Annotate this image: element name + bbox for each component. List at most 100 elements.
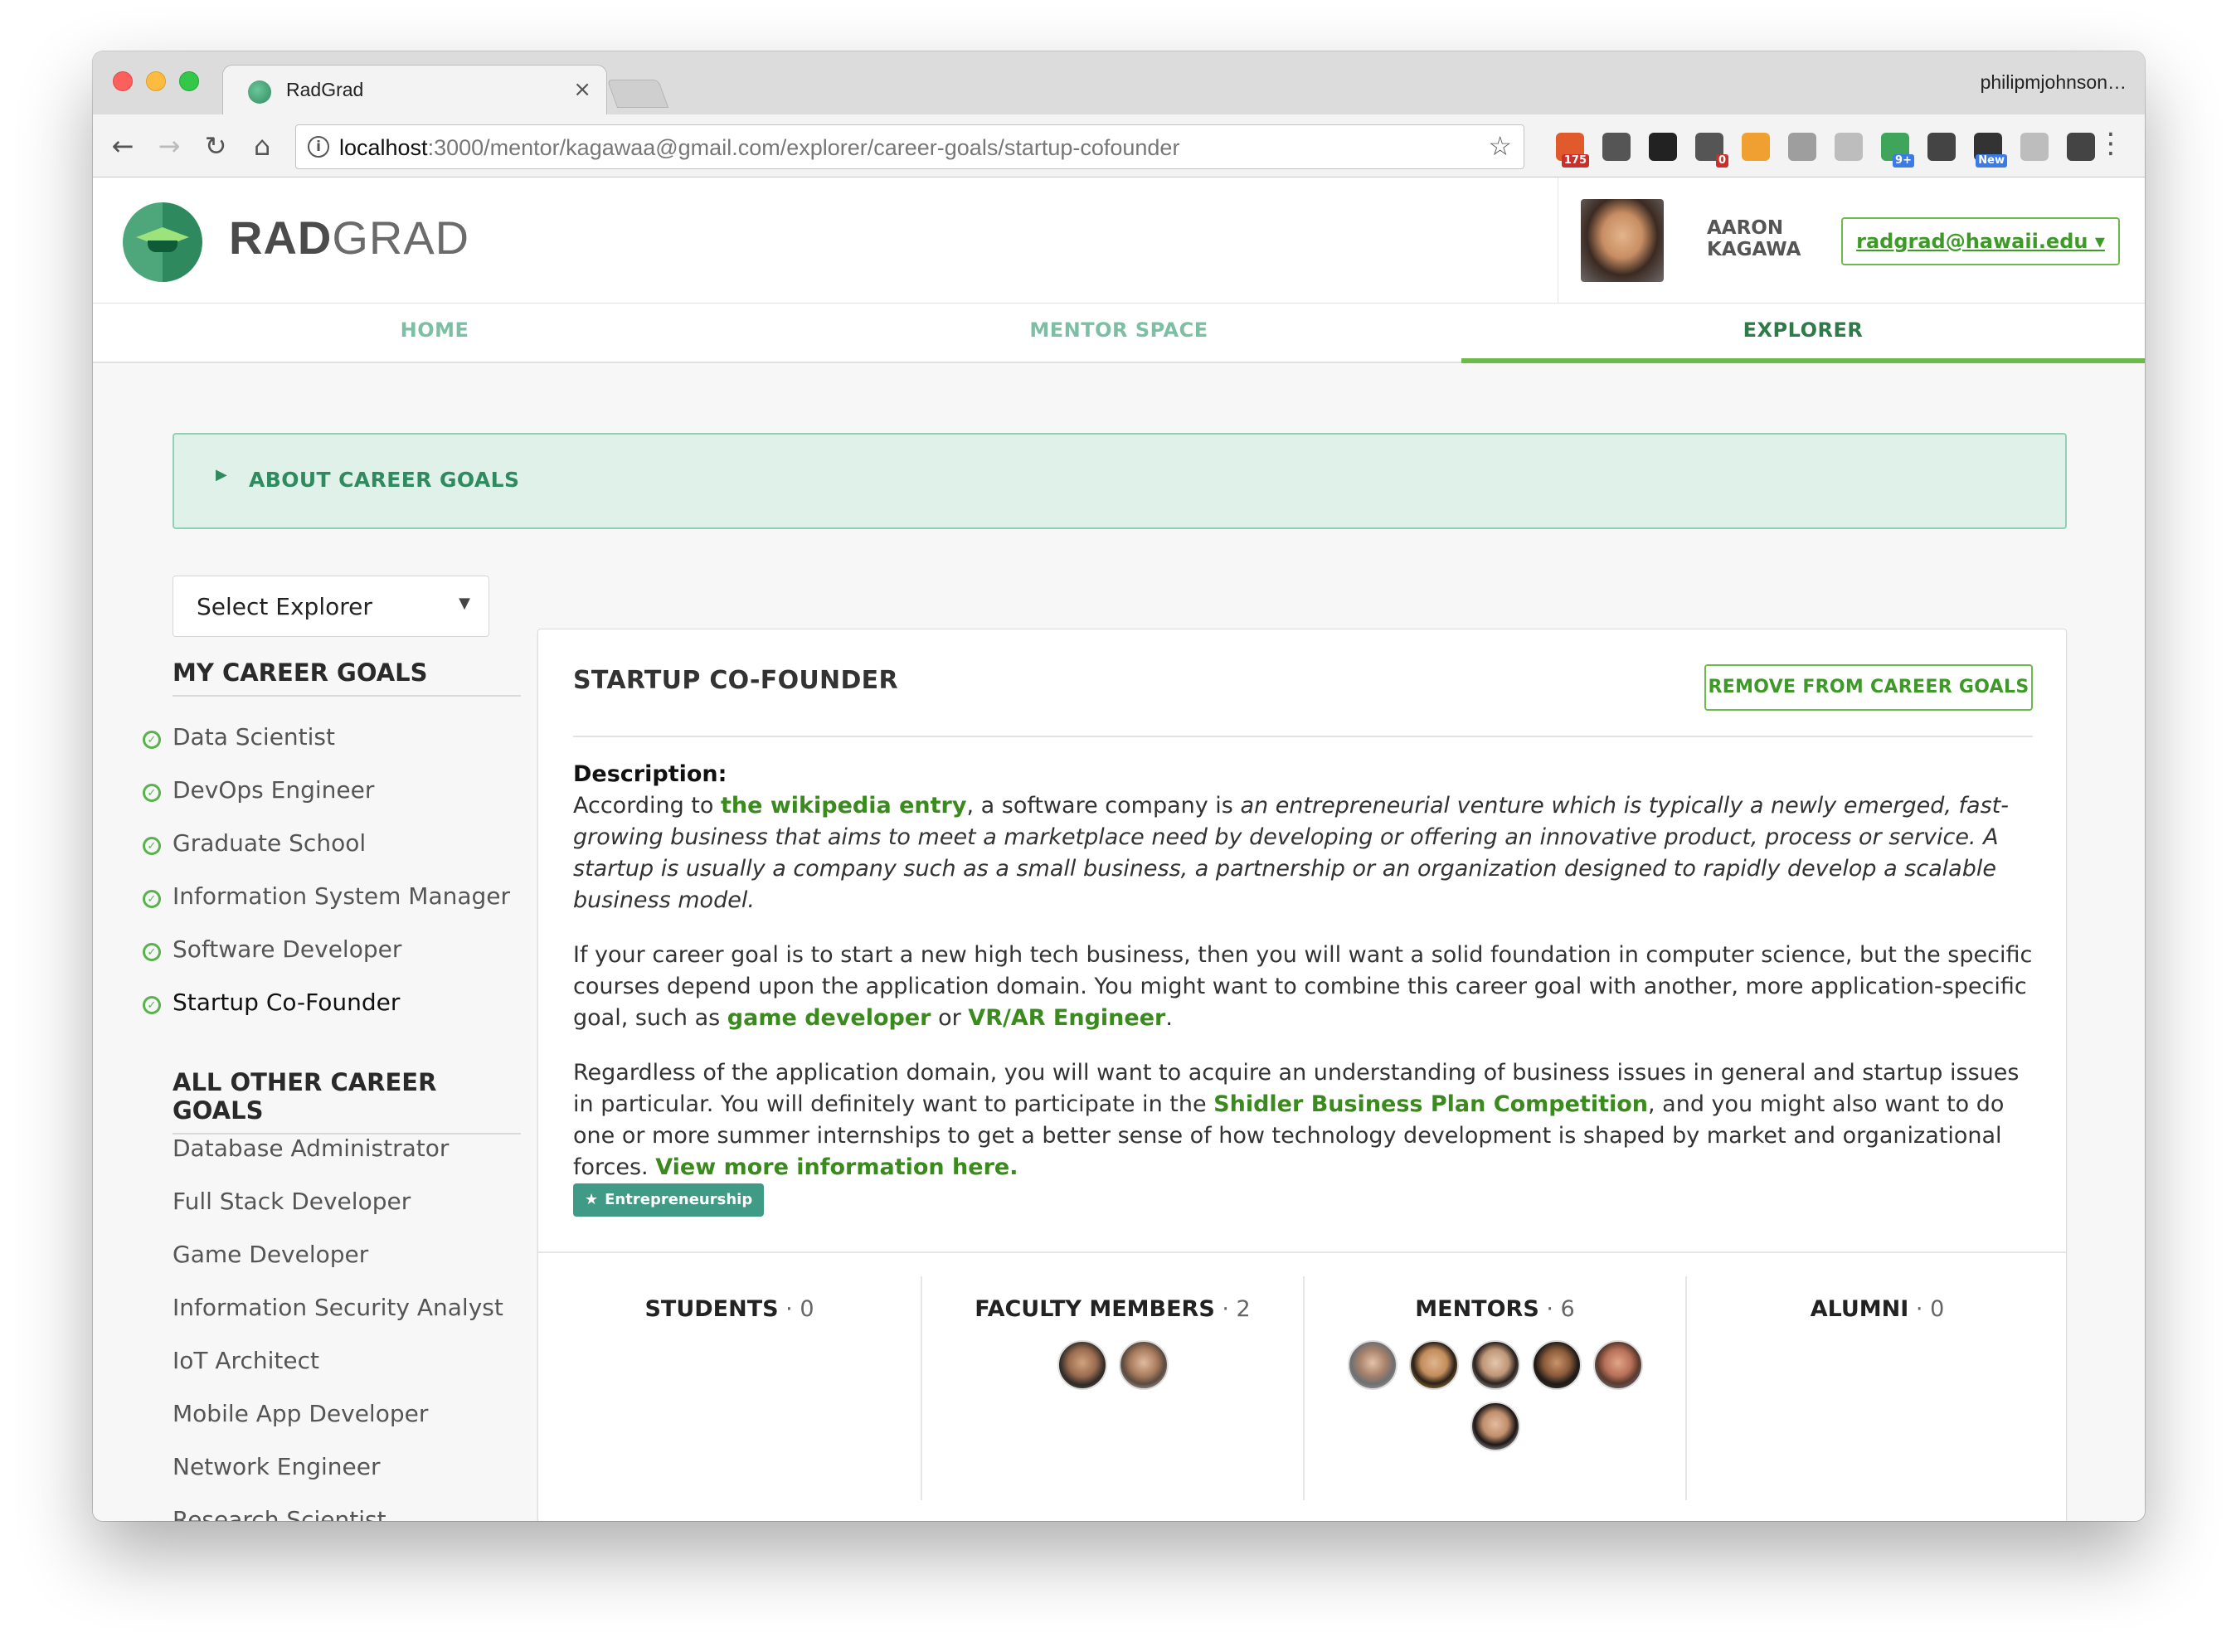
- other-goal-item[interactable]: Research Scientist: [173, 1506, 386, 1521]
- drive-icon[interactable]: [1835, 133, 1863, 161]
- info-icon[interactable]: i: [308, 136, 329, 158]
- my-goal-information-system-manager[interactable]: ✓ Information System Manager: [143, 882, 510, 910]
- mentors-label: MENTORS · 6: [1415, 1296, 1575, 1322]
- students-label: STUDENTS · 0: [644, 1296, 814, 1322]
- mentor-avatars: [1338, 1340, 1653, 1451]
- alumni-column: ALUMNI · 0: [1685, 1276, 2068, 1500]
- select-explorer-dropdown[interactable]: Select Explorer ▼: [173, 576, 489, 637]
- interest-tag[interactable]: ★ Entrepreneurship: [573, 1183, 765, 1217]
- onepassword-icon[interactable]: [1602, 133, 1631, 161]
- analytics-icon[interactable]: [1742, 133, 1770, 161]
- shidler-competition-link[interactable]: Shidler Business Plan Competition: [1213, 1091, 1648, 1117]
- my-goal-startup-co-founder[interactable]: ✓ Startup Co-Founder: [143, 989, 400, 1016]
- tab-title: RadGrad: [286, 79, 364, 100]
- other-goal-item[interactable]: Database Administrator: [173, 1135, 449, 1162]
- my-goal-software-developer[interactable]: ✓ Software Developer: [143, 935, 401, 963]
- url-text[interactable]: localhost:3000/mentor/kagawaa@gmail.com/…: [339, 135, 1179, 161]
- web-page: RADGRAD AARON KAGAWA radgrad@hawaii.edu …: [93, 177, 2145, 1521]
- my-goal-data-scientist[interactable]: ✓ Data Scientist: [143, 723, 335, 751]
- user-avatar: [1581, 199, 1664, 282]
- other-goal-item[interactable]: Mobile App Developer: [173, 1400, 428, 1427]
- browser-window: RadGrad × philipmjohnson… ← → ↻ ⌂ i loca…: [93, 51, 2145, 1521]
- eyedropper-icon[interactable]: [1927, 133, 1956, 161]
- select-explorer-label: Select Explorer: [197, 593, 372, 620]
- close-window-button[interactable]: [113, 71, 133, 91]
- rss-extension-icon[interactable]: 175: [1556, 133, 1589, 168]
- browser-toolbar: ← → ↻ ⌂ i localhost:3000/mentor/kagawaa@…: [93, 114, 2145, 177]
- address-bar[interactable]: i localhost:3000/mentor/kagawaa@gmail.co…: [295, 124, 1524, 169]
- my-goal-devops-engineer[interactable]: ✓ DevOps Engineer: [143, 776, 374, 804]
- other-goal-item[interactable]: Game Developer: [173, 1241, 368, 1268]
- mentors-column: MENTORS · 6: [1303, 1276, 1685, 1500]
- tab-close-icon[interactable]: ×: [573, 77, 591, 102]
- mentor-avatar[interactable]: [1347, 1340, 1398, 1390]
- bookmark-star-icon[interactable]: ☆: [1488, 130, 1512, 162]
- extension-badge: 9+: [1893, 154, 1914, 168]
- faculty-avatar[interactable]: [1057, 1340, 1107, 1390]
- other-goal-item[interactable]: Information Security Analyst: [173, 1294, 503, 1321]
- description-label: Description:: [573, 761, 727, 787]
- brand-name[interactable]: RADGRAD: [229, 211, 469, 265]
- new-tab-button[interactable]: [606, 80, 669, 108]
- home-icon[interactable]: ⌂: [247, 131, 277, 161]
- stats-divider: [538, 1251, 2066, 1253]
- view-more-info-link[interactable]: View more information here.: [655, 1154, 1018, 1180]
- browser-menu-icon[interactable]: ⋮: [2097, 129, 2125, 158]
- mentor-avatar[interactable]: [1592, 1340, 1643, 1390]
- card-divider: [573, 736, 2033, 737]
- radgrad-favicon-icon: [248, 80, 271, 104]
- tab-mentor-space[interactable]: MENTOR SPACE: [777, 304, 1461, 363]
- alumni-label: ALUMNI · 0: [1810, 1296, 1945, 1322]
- mentor-avatar[interactable]: [1470, 1340, 1520, 1390]
- faculty-label: FACULTY MEMBERS · 2: [975, 1296, 1251, 1322]
- wikipedia-link[interactable]: the wikipedia entry: [721, 793, 966, 819]
- tab-explorer[interactable]: EXPLORER: [1461, 304, 2145, 363]
- check-circle-icon: ✓: [143, 996, 161, 1014]
- check-circle-icon: ✓: [143, 784, 161, 802]
- check-circle-icon: ✓: [143, 943, 161, 961]
- lastpass-icon[interactable]: 0: [1695, 133, 1728, 168]
- star-icon: ★: [585, 1191, 599, 1208]
- check-circle-icon: ✓: [143, 890, 161, 908]
- browser-tab[interactable]: RadGrad ×: [222, 65, 607, 116]
- mentor-avatar[interactable]: [1470, 1402, 1520, 1451]
- check-circle-icon: ✓: [143, 731, 161, 749]
- site-header: RADGRAD AARON KAGAWA radgrad@hawaii.edu …: [93, 177, 2145, 304]
- vr-ar-engineer-link[interactable]: VR/AR Engineer: [968, 1005, 1165, 1031]
- my-career-goals-heading: MY CAREER GOALS: [173, 658, 521, 697]
- my-goal-graduate-school[interactable]: ✓ Graduate School: [143, 829, 366, 857]
- remove-from-career-goals-button[interactable]: REMOVE FROM CAREER GOALS: [1704, 664, 2033, 711]
- zoom-window-button[interactable]: [179, 71, 199, 91]
- minimize-window-button[interactable]: [146, 71, 166, 91]
- tab-home[interactable]: HOME: [93, 304, 776, 363]
- extension-badge: 175: [1561, 154, 1589, 168]
- radgrad-logo-icon[interactable]: [123, 202, 202, 282]
- new-extension-icon[interactable]: New: [1974, 133, 2007, 168]
- mentor-avatar[interactable]: [1408, 1340, 1459, 1390]
- game-developer-link[interactable]: game developer: [727, 1005, 931, 1031]
- sync-icon[interactable]: [2067, 133, 2095, 161]
- hangouts-icon[interactable]: 9+: [1881, 133, 1914, 168]
- faculty-avatar[interactable]: [1118, 1340, 1169, 1390]
- caret-down-icon: ▼: [459, 595, 470, 612]
- mentor-avatar[interactable]: [1531, 1340, 1582, 1390]
- profile-name[interactable]: philipmjohnson…: [1981, 71, 2127, 94]
- about-career-goals-accordion[interactable]: ▶ ABOUT CAREER GOALS: [173, 433, 2067, 529]
- check-circle-icon: ✓: [143, 837, 161, 855]
- other-goal-item[interactable]: Full Stack Developer: [173, 1188, 411, 1215]
- students-column: STUDENTS · 0: [538, 1276, 921, 1500]
- reload-icon[interactable]: ↻: [201, 131, 231, 161]
- back-arrow-icon[interactable]: ←: [108, 131, 138, 161]
- other-goal-item[interactable]: Network Engineer: [173, 1453, 381, 1480]
- forward-arrow-icon[interactable]: →: [154, 131, 184, 161]
- other-goal-item[interactable]: IoT Architect: [173, 1347, 319, 1374]
- user-name: AARON KAGAWA: [1707, 217, 1801, 260]
- incognito-icon[interactable]: [2020, 133, 2049, 161]
- caret-right-icon: ▶: [216, 466, 227, 483]
- extension-badge: New: [1976, 154, 2007, 168]
- jetbrains-icon[interactable]: [1649, 133, 1677, 161]
- career-goal-title: STARTUP CO-FOUNDER: [573, 666, 898, 695]
- screenshot-icon[interactable]: [1788, 133, 1816, 161]
- account-dropdown-button[interactable]: radgrad@hawaii.edu ▾: [1841, 217, 2120, 265]
- url-path: :3000/mentor/kagawaa@gmail.com/explorer/…: [427, 135, 1180, 160]
